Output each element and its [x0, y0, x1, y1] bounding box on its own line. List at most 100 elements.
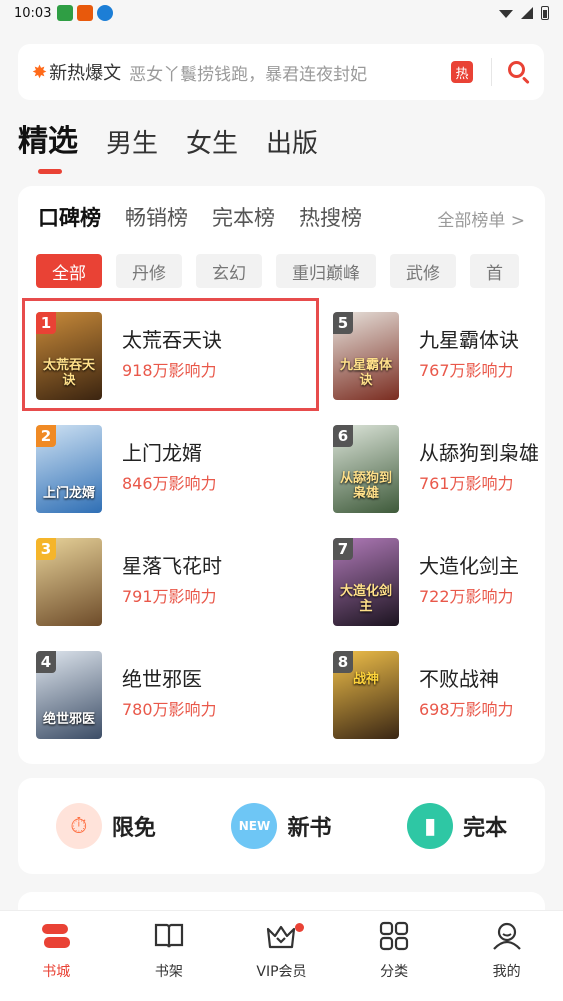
app-notification-icon — [97, 5, 114, 21]
quick-link-complete[interactable]: ▮ 完本 — [407, 803, 507, 849]
book-item[interactable]: 3 星落飞花时 791万影响力 — [36, 538, 286, 630]
cover-title: 上门龙婿 — [42, 485, 95, 501]
book-impact: 791万影响力 — [122, 587, 217, 606]
tab-published[interactable]: 出版 — [266, 123, 318, 160]
rank-badge: 8 — [333, 651, 353, 673]
nav-label: 书城 — [42, 964, 71, 980]
quick-links: ⏱ 限免 NEW 新书 ▮ 完本 — [18, 778, 545, 874]
book-cover: 7 大造化剑主 — [333, 538, 399, 626]
tab-female[interactable]: 女生 — [186, 123, 238, 160]
all-ranks-link[interactable]: 全部榜单 > — [437, 206, 525, 231]
crown-icon — [264, 919, 298, 953]
notification-dot — [295, 923, 305, 932]
quick-link-new[interactable]: NEW 新书 — [231, 803, 331, 849]
nav-category[interactable]: 分类 — [349, 919, 439, 1001]
status-time: 10:03 — [14, 5, 52, 21]
genre-filters: 全部 丹修 玄幻 重归巅峰 武修 首 — [36, 254, 519, 288]
book-title: 从舔狗到枭雄 — [419, 441, 539, 465]
cover-title: 大造化剑主 — [339, 584, 392, 614]
rank-badge: 6 — [333, 425, 353, 447]
ranking-card: 口碑榜 畅销榜 完本榜 热搜榜 全部榜单 > 全部 丹修 玄幻 重归巅峰 武修 … — [18, 186, 545, 764]
book-impact: 846万影响力 — [122, 474, 217, 493]
cover-title: 绝世邪医 — [42, 711, 95, 727]
book-cover: 6 从舔狗到枭雄 — [333, 425, 399, 513]
profile-icon — [490, 919, 524, 953]
nav-bookstore[interactable]: 书城 — [11, 919, 101, 1001]
book-cover: 2 上门龙婿 — [36, 425, 102, 513]
book-cover: 3 — [36, 538, 102, 626]
book-item[interactable]: 2 上门龙婿 上门龙婿 846万影响力 — [36, 425, 286, 517]
rank-badge: 7 — [333, 538, 353, 560]
book-cover: 4 绝世邪医 — [36, 651, 102, 739]
book-impact: 698万影响力 — [419, 700, 514, 719]
book-impact: 767万影响力 — [419, 361, 514, 380]
nav-label: VIP会员 — [256, 964, 307, 980]
book-impact: 722万影响力 — [419, 587, 514, 606]
tab-hot-search-rank[interactable]: 热搜榜 — [299, 202, 362, 232]
book-item[interactable]: 7 大造化剑主 大造化剑主 722万影响力 — [333, 538, 545, 630]
cover-title: 战神 — [352, 672, 379, 687]
filter-chip-all[interactable]: 全部 — [36, 254, 102, 288]
bookstore-icon — [39, 919, 73, 953]
book-title: 不败战神 — [419, 667, 499, 691]
bookshelf-icon — [152, 919, 186, 953]
book-item[interactable]: 8 战神 不败战神 698万影响力 — [333, 651, 545, 743]
hot-label: 新热爆文 — [49, 63, 122, 84]
book-cover: 8 战神 — [333, 651, 399, 739]
filter-chip[interactable]: 丹修 — [116, 254, 182, 288]
tab-reputation-rank[interactable]: 口碑榜 — [38, 202, 101, 232]
book-complete-icon: ▮ — [407, 803, 454, 849]
tab-featured[interactable]: 精选 — [18, 116, 78, 174]
book-title: 大造化剑主 — [419, 554, 519, 578]
nav-label: 我的 — [492, 964, 521, 980]
quick-link-label: 完本 — [463, 816, 508, 841]
explosion-icon: ✸ — [32, 61, 48, 83]
divider — [491, 58, 492, 86]
book-impact: 761万影响力 — [419, 474, 514, 493]
rank-badge: 2 — [36, 425, 56, 447]
book-title: 绝世邪医 — [122, 667, 202, 691]
search-placeholder[interactable]: 恶女丫鬟捞钱跑，暴君连夜封妃 — [129, 60, 443, 85]
grid-icon — [377, 919, 411, 953]
app-notification-icon — [57, 5, 74, 21]
cover-title: 九星霸体诀 — [339, 358, 392, 388]
quick-link-label: 限免 — [111, 816, 156, 841]
search-icon[interactable] — [506, 59, 532, 85]
nav-label: 分类 — [380, 964, 409, 980]
rank-badge: 5 — [333, 312, 353, 334]
ranking-tabs: 口碑榜 畅销榜 完本榜 热搜榜 — [38, 202, 362, 232]
selection-highlight — [22, 298, 319, 411]
book-item[interactable]: 4 绝世邪医 绝世邪医 780万影响力 — [36, 651, 286, 743]
search-bar[interactable]: ✸ 新热爆文 恶女丫鬟捞钱跑，暴君连夜封妃 热 — [18, 44, 544, 100]
nav-vip[interactable]: VIP会员 — [236, 919, 326, 1001]
filter-chip[interactable]: 武修 — [390, 254, 456, 288]
book-title: 星落飞花时 — [122, 554, 222, 578]
top-tabs: 精选 男生 女生 出版 — [18, 116, 318, 174]
quick-link-label: 新书 — [287, 816, 332, 841]
tab-bestseller-rank[interactable]: 畅销榜 — [125, 202, 188, 232]
book-cover: 5 九星霸体诀 — [333, 312, 399, 400]
tab-male[interactable]: 男生 — [106, 123, 158, 160]
rank-badge: 3 — [36, 538, 56, 560]
signal-icon — [521, 7, 533, 19]
status-bar: 10:03 — [0, 0, 563, 26]
stopwatch-icon: ⏱ — [55, 803, 102, 849]
quick-link-free[interactable]: ⏱ 限免 — [55, 803, 156, 849]
nav-profile[interactable]: 我的 — [462, 919, 552, 1001]
rank-badge: 4 — [36, 651, 56, 673]
nav-label: 书架 — [154, 964, 183, 980]
book-title: 上门龙婿 — [122, 441, 202, 465]
book-item[interactable]: 5 九星霸体诀 九星霸体诀 767万影响力 — [333, 312, 545, 404]
new-tag-icon: NEW — [231, 803, 278, 849]
filter-chip[interactable]: 重归巅峰 — [276, 254, 376, 288]
nav-bookshelf[interactable]: 书架 — [124, 919, 214, 1001]
book-item[interactable]: 6 从舔狗到枭雄 从舔狗到枭雄 761万影响力 — [333, 425, 545, 517]
book-impact: 780万影响力 — [122, 700, 217, 719]
book-title: 九星霸体诀 — [419, 328, 519, 352]
tab-completed-rank[interactable]: 完本榜 — [212, 202, 275, 232]
wifi-icon — [499, 10, 513, 18]
filter-chip[interactable]: 首 — [470, 254, 519, 288]
filter-chip[interactable]: 玄幻 — [196, 254, 262, 288]
battery-icon — [541, 6, 549, 20]
bottom-nav: 书城 书架 VIP会员 分类 我的 — [0, 910, 563, 1001]
